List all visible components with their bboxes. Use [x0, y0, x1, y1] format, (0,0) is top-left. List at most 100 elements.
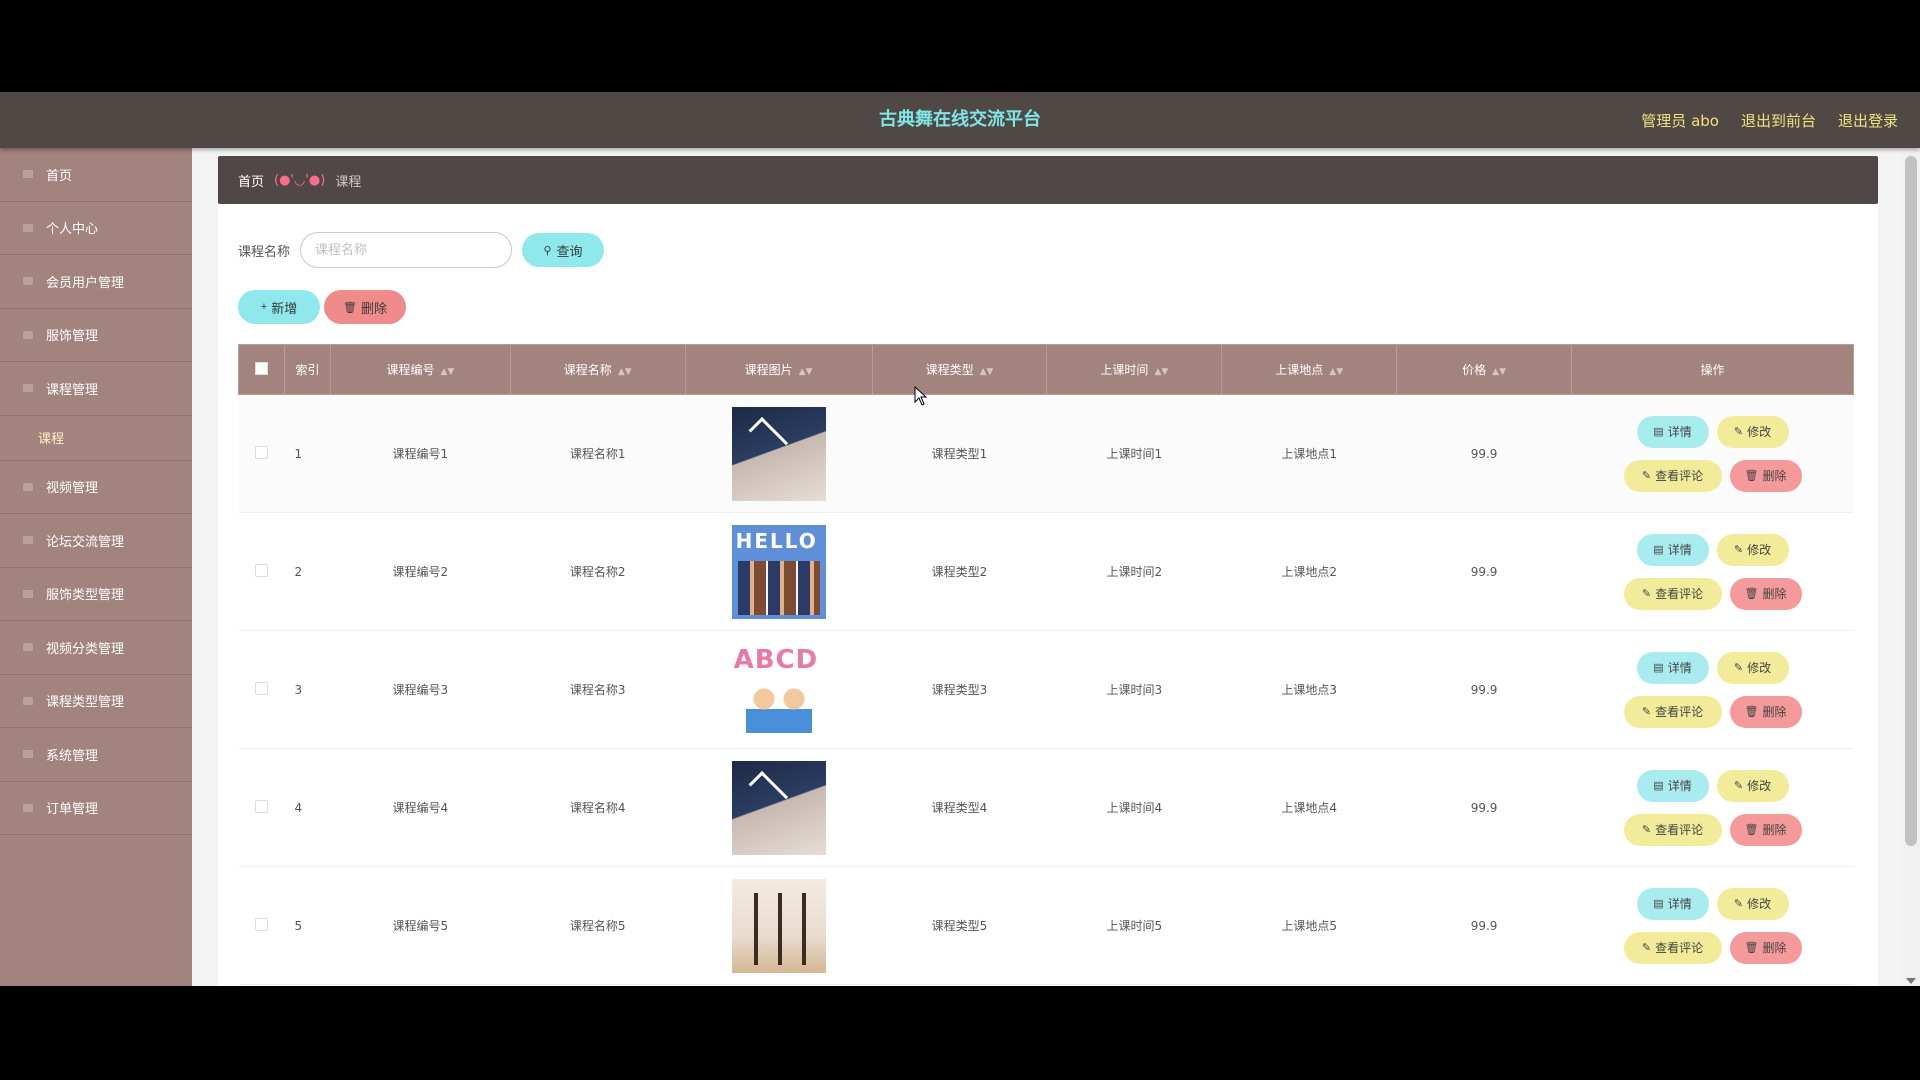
column-header-code[interactable]: 课程编号 ▲▼ [329, 344, 511, 395]
sidebar-item-video[interactable]: 视频管理 [0, 461, 192, 514]
column-header-time[interactable]: 上课时间 ▲▼ [1046, 344, 1223, 395]
search-button-label: 查询 [556, 243, 583, 259]
type-cell: 课程类型1 [872, 394, 1047, 513]
breadcrumb: 首页 (●'◡'●) 课程 [218, 156, 1878, 204]
sort-icon[interactable]: ▲▼ [799, 367, 813, 377]
plus-icon: + [260, 301, 268, 313]
row-checkbox[interactable] [254, 681, 268, 695]
search-input[interactable] [300, 232, 513, 268]
detail-button[interactable]: ▤ 详情 [1636, 769, 1709, 802]
edit-label: 修改 [1747, 543, 1772, 557]
row-checkbox[interactable] [254, 563, 268, 577]
column-header-place[interactable]: 上课地点 ▲▼ [1221, 344, 1398, 395]
delete-row-button[interactable]: 🗑 删除 [1729, 813, 1802, 846]
detail-button[interactable]: ▤ 详情 [1636, 651, 1709, 684]
scrollbar-thumb[interactable] [1905, 156, 1917, 846]
sidebar-item-course-type[interactable]: 课程类型管理 [0, 675, 192, 728]
menu-icon [22, 534, 34, 546]
row-actions: ▤ 详情 ✎ 修改 ✎ 查看评论 🗑 删除 [1572, 533, 1854, 610]
row-checkbox[interactable] [254, 445, 268, 459]
sort-icon[interactable]: ▲▼ [1329, 367, 1343, 377]
sidebar-item-video-category[interactable]: 视频分类管理 [0, 621, 192, 675]
delete-row-button[interactable]: 🗑 删除 [1729, 459, 1802, 492]
users-icon [22, 275, 34, 287]
pencil-icon: ✎ [1733, 544, 1744, 556]
view-comments-button[interactable]: ✎ 查看评论 [1623, 931, 1722, 964]
table-row[interactable]: 5 课程编号5 课程名称5 课程类型5 上课时间5 上课地点5 99.9 ▤ 详情 ✎ 修改 ✎ 查看评… [238, 866, 1854, 985]
detail-label: 详情 [1667, 661, 1692, 675]
scroll-down-arrow-icon[interactable] [1906, 978, 1916, 984]
detail-button[interactable]: ▤ 详情 [1636, 415, 1709, 448]
edit-button[interactable]: ✎ 修改 [1716, 415, 1789, 448]
document-icon: ▤ [1653, 662, 1664, 674]
course-image[interactable] [731, 760, 826, 855]
table-row[interactable]: 1 课程编号1 课程名称1 课程类型1 上课时间1 上课地点1 99.9 ▤ 详情 ✎ 修改 ✎ 查看评… [238, 394, 1854, 513]
type-cell: 课程类型3 [872, 630, 1047, 749]
sort-icon[interactable]: ▲▼ [618, 367, 632, 377]
detail-button[interactable]: ▤ 详情 [1636, 887, 1709, 920]
edit-button[interactable]: ✎ 修改 [1716, 533, 1789, 566]
logout-link[interactable]: 退出登录 [1838, 110, 1898, 131]
sort-icon[interactable]: ▲▼ [980, 367, 994, 377]
column-header-label: 课程类型 [925, 363, 974, 377]
sort-icon[interactable]: ▲▼ [1154, 367, 1168, 377]
sort-icon[interactable]: ▲▼ [440, 367, 454, 377]
name-cell: 课程名称2 [510, 512, 686, 631]
add-button[interactable]: + 新增 [238, 290, 320, 324]
course-image[interactable] [731, 878, 826, 973]
row-actions-line: ✎ 查看评论 🗑 删除 [1623, 459, 1802, 492]
sidebar-item-orders[interactable]: 订单管理 [0, 782, 192, 835]
sidebar-item-forum[interactable]: 论坛交流管理 [0, 514, 192, 568]
price-cell: 99.9 [1396, 630, 1572, 749]
sidebar-item-members[interactable]: 会员用户管理 [0, 255, 192, 309]
course-image[interactable] [731, 406, 826, 501]
front-link[interactable]: 退出到前台 [1741, 110, 1816, 131]
delete-row-button[interactable]: 🗑 删除 [1729, 695, 1802, 728]
edit-button[interactable]: ✎ 修改 [1716, 769, 1789, 802]
sidebar-item-home[interactable]: 首页 [0, 148, 192, 202]
menu-icon [22, 382, 34, 394]
admin-label: 管理员 abo [1641, 111, 1719, 130]
row-actions-line: ▤ 详情 ✎ 修改 [1636, 887, 1789, 920]
sidebar-item-profile[interactable]: 个人中心 [0, 202, 192, 255]
column-header-type[interactable]: 课程类型 ▲▼ [871, 344, 1048, 395]
table-row[interactable]: 2课程编号2课程名称2课程类型2上课时间2上课地点299.9▤详情✎修改✎查看评… [238, 512, 1854, 631]
sidebar-item-course[interactable]: 课程管理 [0, 362, 192, 416]
sidebar-subitem-course[interactable]: 课程 [0, 415, 192, 461]
course-image[interactable] [731, 524, 826, 619]
select-all-checkbox[interactable] [254, 361, 268, 375]
page-scrollbar[interactable] [1902, 148, 1920, 986]
view-comments-button[interactable]: ✎ 查看评论 [1623, 459, 1722, 492]
detail-label: 详情 [1667, 779, 1692, 793]
edit-button[interactable]: ✎ 修改 [1716, 887, 1789, 920]
row-checkbox[interactable] [254, 917, 268, 931]
table-body: 1 课程编号1 课程名称1 课程类型1 上课时间1 上课地点1 99.9 ▤ 详情 ✎ 修改 ✎ 查看评… [238, 394, 1854, 985]
sidebar-item-label: 服饰管理 [46, 329, 99, 345]
detail-button[interactable]: ▤ 详情 [1636, 533, 1709, 566]
column-header-name[interactable]: 课程名称 ▲▼ [509, 344, 686, 395]
batch-delete-button[interactable]: 🗑 删除 [324, 290, 406, 324]
table-row[interactable]: 4 课程编号4 课程名称4 课程类型4 上课时间4 上课地点4 99.9 ▤ 详情 ✎ 修改 ✎ 查看评… [238, 748, 1854, 867]
column-header-price[interactable]: 价格 ▲▼ [1396, 344, 1572, 395]
view-comments-button[interactable]: ✎ 查看评论 [1623, 695, 1722, 728]
column-header-image[interactable]: 课程图片 ▲▼ [684, 344, 873, 395]
search-button[interactable]: ⚲ 查询 [522, 233, 605, 267]
breadcrumb-home[interactable]: 首页 [238, 171, 264, 190]
sort-icon[interactable]: ▲▼ [1492, 367, 1506, 377]
delete-row-button[interactable]: 🗑 删除 [1729, 931, 1802, 964]
view-comments-label: 查看评论 [1655, 469, 1704, 483]
sidebar-item-costume[interactable]: 服饰管理 [0, 309, 192, 362]
edit-button[interactable]: ✎ 修改 [1716, 651, 1789, 684]
table-row[interactable]: 3课程编号3课程名称3课程类型3上课时间3上课地点399.9▤详情✎修改✎查看评… [238, 630, 1854, 749]
sidebar-item-system[interactable]: 系统管理 [0, 728, 192, 782]
view-comments-button[interactable]: ✎ 查看评论 [1623, 813, 1722, 846]
sidebar-item-costume-type[interactable]: 服饰类型管理 [0, 568, 192, 621]
top-bar: 古典舞在线交流平台 管理员 abo 退出到前台 退出登录 [0, 92, 1920, 148]
actions-cell: ▤ 详情 ✎ 修改 ✎ 查看评论 🗑 删除 [1571, 630, 1854, 749]
view-comments-button[interactable]: ✎ 查看评论 [1623, 577, 1722, 610]
name-cell: 课程名称4 [510, 748, 686, 867]
course-image[interactable] [731, 642, 826, 737]
row-checkbox[interactable] [254, 799, 268, 813]
delete-row-button[interactable]: 🗑 删除 [1729, 577, 1802, 610]
column-header-label: 索引 [295, 363, 320, 377]
